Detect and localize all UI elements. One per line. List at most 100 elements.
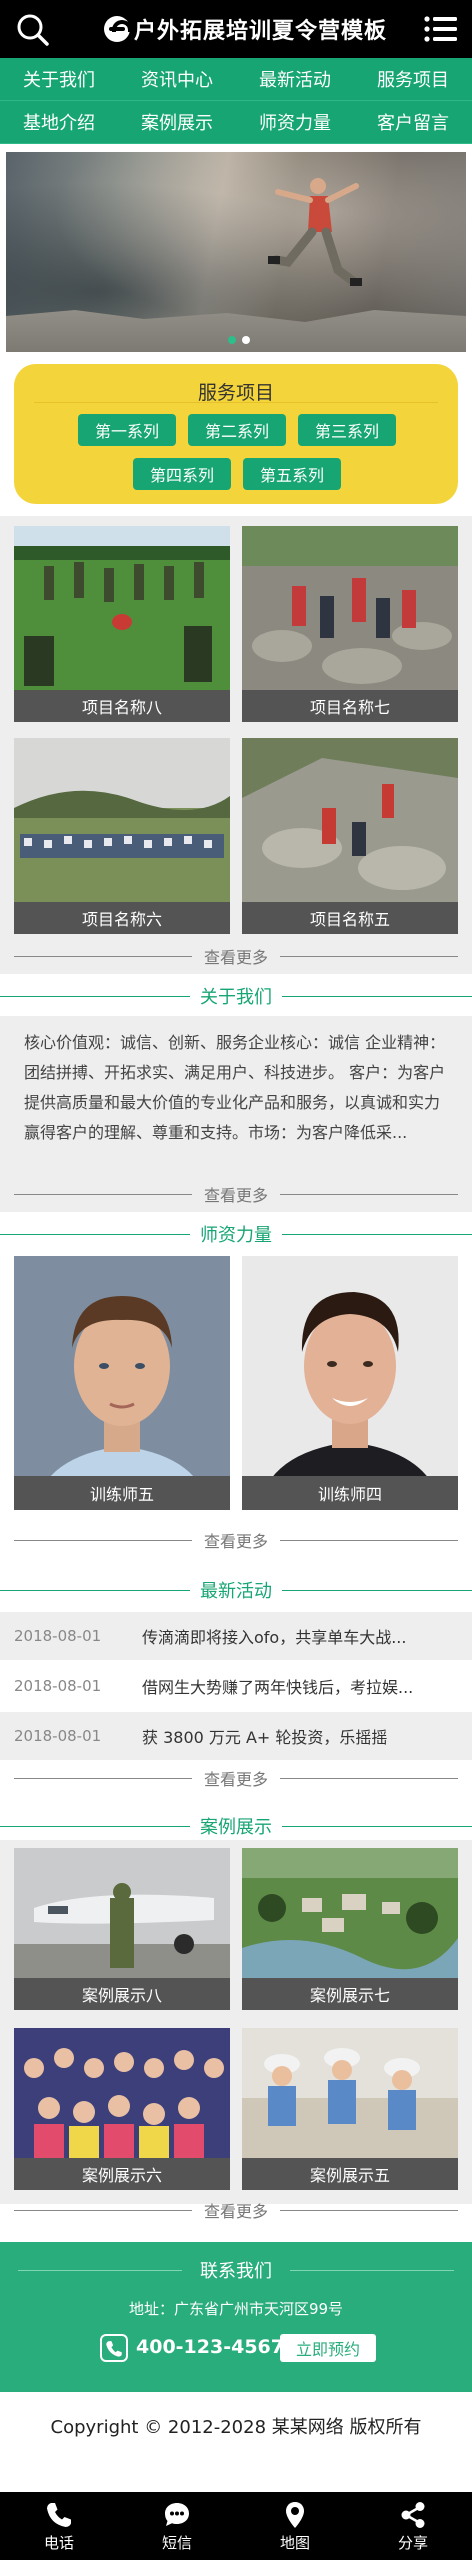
case-card[interactable]: 案例展示六 (14, 2028, 230, 2190)
nav-item-messages[interactable]: 客户留言 (354, 101, 472, 144)
divider (34, 402, 438, 403)
contact-address: 地址：广东省广州市天河区99号 (128, 2300, 344, 2318)
banner-dot[interactable] (228, 336, 236, 344)
service-button-1[interactable]: 第一系列 (78, 414, 176, 446)
teacher-photo (14, 1256, 230, 1510)
teacher-photo (242, 1256, 458, 1510)
tab-sms[interactable]: 短信 (118, 2492, 236, 2560)
divider (282, 1233, 472, 1235)
service-button-3[interactable]: 第三系列 (298, 414, 396, 446)
banner-dot[interactable] (242, 336, 250, 344)
nav-item-news-center[interactable]: 资讯中心 (118, 58, 236, 101)
more-link[interactable]: 查看更多 (192, 2198, 280, 2222)
project-card[interactable]: 项目名称八 (14, 526, 230, 722)
news-date: 2018-08-01 (14, 1627, 102, 1645)
service-button-5[interactable]: 第五系列 (243, 458, 341, 490)
tab-label: 电话 (43, 2533, 74, 2552)
divider (290, 2269, 454, 2271)
news-title-link[interactable]: 获 3800 万元 A+ 轮投资，乐摇摇 (142, 1724, 472, 1748)
service-button-4[interactable]: 第四系列 (133, 458, 231, 490)
divider (0, 1233, 190, 1235)
case-image (242, 1848, 458, 1978)
more-link[interactable]: 查看更多 (192, 1766, 280, 1790)
tab-phone[interactable]: 电话 (0, 2492, 118, 2560)
divider (280, 955, 459, 957)
news-item[interactable]: 2018-08-01 获 3800 万元 A+ 轮投资，乐摇摇 (0, 1712, 472, 1760)
divider (282, 1589, 472, 1591)
project-card[interactable]: 项目名称五 (242, 738, 458, 934)
news-title-link[interactable]: 借网生大势赚了两年快钱后，考拉娱... (142, 1674, 472, 1698)
site-logo-text: 户外拓展培训夏令营模板 (134, 18, 388, 44)
tab-label: 短信 (161, 2533, 192, 2552)
about-text: 核心价值观：诚信、创新、服务企业核心：诚信 企业精神：团结拼搏、开拓求实、满足用… (24, 1033, 446, 1142)
case-card[interactable]: 案例展示五 (242, 2028, 458, 2190)
project-caption: 项目名称八 (14, 690, 230, 722)
divider (14, 1539, 192, 1541)
logo-mark-icon (104, 16, 132, 42)
news-section-title: 最新活动 (0, 1576, 472, 1604)
teachers-more[interactable]: 查看更多 (14, 1528, 459, 1552)
project-card[interactable]: 项目名称七 (242, 526, 458, 722)
case-card[interactable]: 案例展示七 (242, 1848, 458, 2010)
teacher-card[interactable]: 训练师四 (242, 1256, 458, 1510)
main-nav: 关于我们 资讯中心 最新活动 服务项目 基地介绍 案例展示 师资力量 客户留言 (0, 58, 472, 144)
about-more[interactable]: 查看更多 (14, 1182, 459, 1206)
project-image (14, 738, 230, 902)
map-pin-icon (286, 2501, 304, 2528)
about-section-title: 关于我们 (0, 982, 472, 1010)
more-link[interactable]: 查看更多 (192, 944, 280, 968)
news-title-link[interactable]: 传滴滴即将接入ofo，共享单车大战... (142, 1624, 472, 1648)
site-logo[interactable]: 户外拓展培训夏令营模板 (104, 12, 387, 46)
tab-label: 地图 (279, 2533, 310, 2552)
more-link[interactable]: 查看更多 (192, 1182, 280, 1206)
tab-map[interactable]: 地图 (236, 2492, 354, 2560)
cases-title: 案例展示 (200, 1817, 272, 1838)
project-caption: 项目名称七 (242, 690, 458, 722)
news-item[interactable]: 2018-08-01 借网生大势赚了两年快钱后，考拉娱... (0, 1662, 472, 1710)
nav-item-teachers[interactable]: 师资力量 (236, 101, 354, 144)
message-icon (165, 2502, 189, 2526)
divider (280, 2209, 459, 2211)
banner-climber-image (268, 178, 362, 287)
hamburger-menu-icon[interactable] (424, 14, 458, 44)
case-caption: 案例展示五 (242, 2158, 458, 2190)
teacher-card[interactable]: 训练师五 (14, 1256, 230, 1510)
divider (14, 1777, 192, 1779)
nav-item-latest-activities[interactable]: 最新活动 (236, 58, 354, 101)
divider (280, 1193, 459, 1195)
cases-section-title: 案例展示 (0, 1812, 472, 1840)
share-icon (401, 2501, 425, 2528)
case-card[interactable]: 案例展示八 (14, 1848, 230, 2010)
divider (280, 1539, 459, 1541)
teachers-section-title: 师资力量 (0, 1220, 472, 1248)
teachers-title: 师资力量 (200, 1225, 272, 1246)
nav-item-base-intro[interactable]: 基地介绍 (0, 101, 118, 144)
cases-more[interactable]: 查看更多 (14, 2198, 459, 2222)
news-more[interactable]: 查看更多 (14, 1766, 459, 1790)
nav-item-about[interactable]: 关于我们 (0, 58, 118, 101)
project-card[interactable]: 项目名称六 (14, 738, 230, 934)
projects-more[interactable]: 查看更多 (14, 944, 459, 968)
contact-phone[interactable]: 400-123-4567 (136, 2336, 284, 2358)
project-image (242, 526, 458, 690)
news-item[interactable]: 2018-08-01 传滴滴即将接入ofo，共享单车大战... (0, 1612, 472, 1660)
nav-item-cases[interactable]: 案例展示 (118, 101, 236, 144)
book-now-button[interactable]: 立即预约 (280, 2334, 376, 2362)
divider (282, 995, 472, 997)
project-caption: 项目名称五 (242, 902, 458, 934)
phone-icon (100, 2334, 128, 2362)
project-image (242, 738, 458, 902)
search-icon[interactable] (16, 13, 50, 47)
nav-item-services[interactable]: 服务项目 (354, 58, 472, 101)
tab-share[interactable]: 分享 (354, 2492, 472, 2560)
phone-icon (47, 2502, 71, 2527)
divider (14, 2209, 192, 2211)
copyright: Copyright © 2012-2028 某某网络 版权所有 (50, 2417, 422, 2438)
divider (0, 1589, 190, 1591)
project-caption: 项目名称六 (14, 902, 230, 934)
news-date: 2018-08-01 (14, 1677, 102, 1695)
hero-banner[interactable] (6, 152, 466, 352)
service-button-2[interactable]: 第二系列 (188, 414, 286, 446)
more-link[interactable]: 查看更多 (192, 1528, 280, 1552)
project-image (14, 526, 230, 690)
